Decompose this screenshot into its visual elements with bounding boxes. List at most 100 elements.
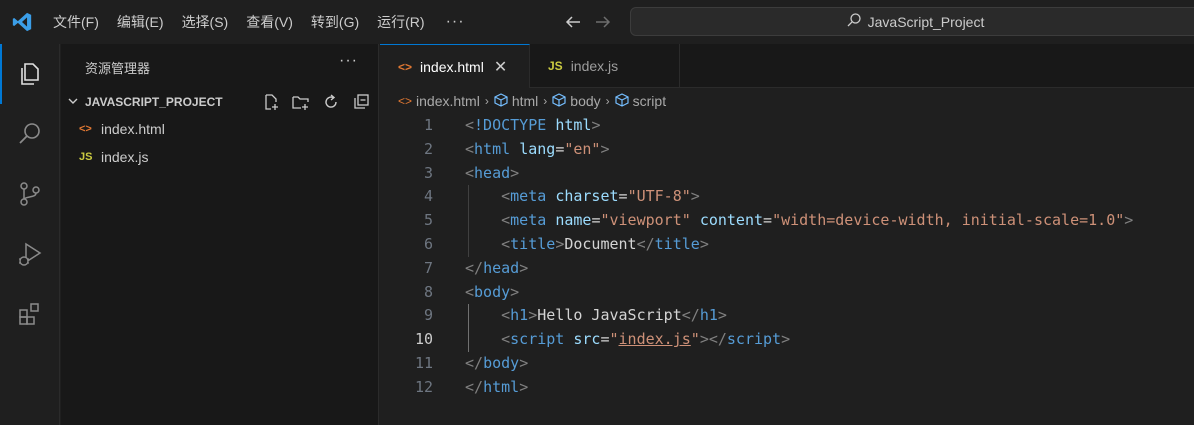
code-line[interactable]: 3 <head>: [380, 162, 1194, 186]
code-token: >: [600, 139, 610, 158]
code-token: charset: [555, 187, 619, 206]
code-line[interactable]: 9 <h1>Hello JavaScript</h1>: [380, 304, 1194, 329]
code-line[interactable]: 2 <html lang="en">: [380, 138, 1194, 162]
forward-arrow-icon[interactable]: [588, 7, 618, 37]
line-number: 11: [414, 353, 433, 372]
menu-edit[interactable]: 编辑(E): [108, 0, 173, 44]
code-token: >: [528, 306, 538, 325]
code-line[interactable]: 12 </html>: [380, 376, 1194, 400]
line-source: </head>: [465, 257, 528, 281]
tab-label: index.html: [420, 58, 484, 75]
code-token: meta: [510, 187, 547, 206]
code-token: </: [636, 234, 655, 253]
menu-view[interactable]: 查看(V): [237, 0, 302, 44]
line-number: 7: [423, 258, 433, 277]
line-number: 9: [423, 306, 433, 325]
chevron-down-icon: [67, 95, 83, 110]
line-source: <body>: [465, 281, 519, 305]
tab-index-js[interactable]: JS index.js: [530, 44, 680, 88]
extensions-icon[interactable]: [0, 284, 60, 344]
cube-icon: [494, 92, 508, 110]
menu-run[interactable]: 运行(R): [368, 0, 433, 44]
line-number: 6: [423, 234, 433, 253]
editor-tabs: <> index.html ✕ JS index.js: [380, 44, 1194, 88]
code-token: script: [726, 330, 782, 349]
code-token: >: [1124, 211, 1134, 230]
breadcrumb-item-html[interactable]: html: [512, 93, 538, 109]
explorer-more-button[interactable]: ···: [339, 52, 358, 70]
code-token: html: [474, 139, 511, 158]
breadcrumb-item-script[interactable]: script: [633, 93, 666, 109]
line-source: <meta name="viewport" content="width=dev…: [465, 209, 1133, 233]
code-token: >: [510, 163, 520, 182]
code-line[interactable]: 11 </body>: [380, 352, 1194, 376]
project-folder-name: JAVASCRIPT_PROJECT: [85, 95, 223, 109]
menu-file[interactable]: 文件(F): [44, 0, 108, 44]
line-number: 3: [423, 163, 433, 182]
code-token: "en": [564, 139, 601, 158]
menu-go[interactable]: 转到(G): [302, 0, 368, 44]
code-line[interactable]: 5 <meta name="viewport" content="width=d…: [380, 209, 1194, 233]
code-token: <: [501, 211, 511, 230]
code-token: "viewport": [600, 211, 691, 230]
menu-selection[interactable]: 选择(S): [173, 0, 238, 44]
project-folder[interactable]: JAVASCRIPT_PROJECT: [61, 90, 379, 114]
code-token: title: [654, 234, 700, 253]
new-folder-icon[interactable]: [289, 90, 313, 114]
back-arrow-icon[interactable]: [558, 7, 588, 37]
refresh-icon[interactable]: [319, 90, 343, 114]
code-token: >: [699, 234, 709, 253]
run-debug-icon[interactable]: [0, 224, 60, 284]
close-icon[interactable]: ✕: [494, 57, 507, 77]
code-line[interactable]: 4 <meta charset="UTF-8">: [380, 185, 1194, 210]
code-line[interactable]: 7 </head>: [380, 257, 1194, 281]
code-editor[interactable]: 1 <!DOCTYPE html> 2 <html lang="en"> 3 <head>…: [380, 114, 1194, 400]
code-token: </: [681, 306, 700, 325]
line-source: <html lang="en">: [465, 138, 610, 162]
breadcrumb: <> index.html › html › body › script: [380, 90, 666, 112]
code-token: >: [519, 353, 529, 372]
code-token: !DOCTYPE: [474, 116, 547, 134]
code-line[interactable]: 8 <body>: [380, 281, 1194, 305]
collapse-all-icon[interactable]: [349, 90, 373, 114]
code-token: "width=device-width, initial-scale=1.0": [772, 211, 1125, 230]
code-token: ></: [699, 330, 727, 349]
menu-more-button[interactable]: ···: [434, 0, 477, 44]
html-file-icon: <>: [398, 94, 413, 108]
code-token: title: [510, 234, 556, 253]
search-icon[interactable]: [0, 104, 60, 164]
code-line[interactable]: 6 <title>Document</title>: [380, 232, 1194, 257]
search-icon: [846, 12, 862, 31]
breadcrumb-item-body[interactable]: body: [570, 93, 600, 109]
breadcrumb-item-file[interactable]: index.html: [416, 93, 480, 109]
code-token: =: [600, 330, 610, 349]
code-token: <: [501, 234, 511, 253]
line-source: </body>: [465, 352, 528, 376]
code-token: <: [501, 330, 511, 349]
source-control-icon[interactable]: [0, 164, 60, 224]
code-line[interactable]: 1 <!DOCTYPE html>: [380, 114, 1194, 138]
new-file-icon[interactable]: [259, 90, 283, 114]
chevron-right-icon: ›: [605, 94, 610, 108]
code-token: h1: [510, 306, 529, 325]
code-token: meta: [510, 211, 547, 230]
explorer-sidebar: 资源管理器 ··· JAVASCRIPT_PROJECT <> index.ht…: [61, 44, 379, 425]
command-center-search[interactable]: JavaScript_Project: [630, 7, 1194, 36]
file-index-js[interactable]: JS index.js: [61, 144, 379, 170]
file-index-html[interactable]: <> index.html: [61, 116, 379, 142]
tab-label: index.js: [570, 58, 619, 74]
line-source: <h1>Hello JavaScript</h1>: [465, 304, 727, 328]
line-number: 4: [423, 187, 433, 206]
tab-index-html[interactable]: <> index.html ✕: [380, 44, 530, 88]
code-token: <: [465, 139, 475, 158]
line-number: 1: [423, 116, 433, 134]
code-token: <: [465, 116, 475, 134]
explorer-icon[interactable]: [0, 44, 60, 104]
cube-icon: [615, 92, 629, 110]
file-name: index.js: [101, 149, 149, 165]
code-line[interactable]: 10 <script src="index.js"></script>: [380, 328, 1194, 352]
code-token: h1: [699, 306, 718, 325]
